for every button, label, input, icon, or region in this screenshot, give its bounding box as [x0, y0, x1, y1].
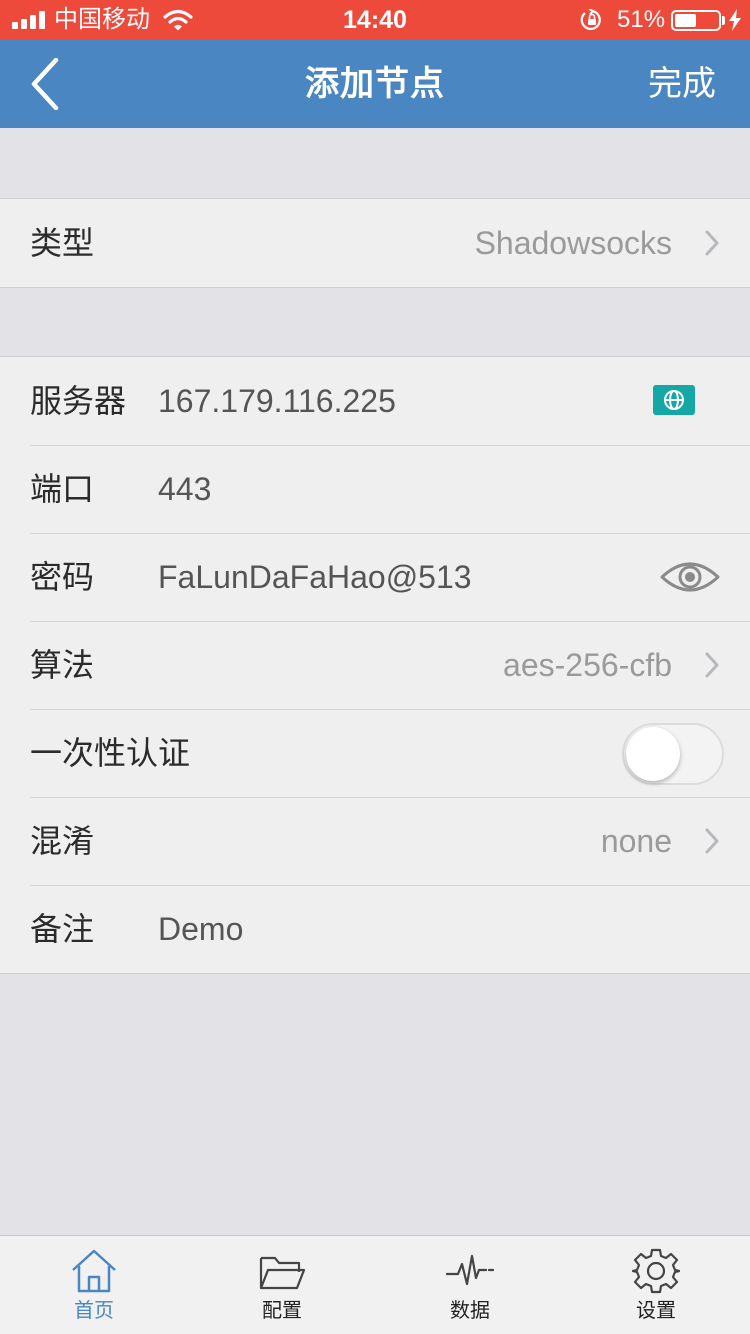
- ota-row: 一次性认证: [0, 709, 750, 797]
- tab-home[interactable]: 首页: [0, 1236, 188, 1334]
- tab-data[interactable]: 数据: [376, 1236, 564, 1334]
- port-input[interactable]: 443: [158, 445, 211, 533]
- password-row[interactable]: 密码 FaLunDaFaHao@513: [0, 533, 750, 621]
- type-label: 类型: [30, 225, 95, 261]
- port-label: 端口: [30, 471, 95, 507]
- pulse-icon: [446, 1254, 494, 1286]
- type-group: 类型 Shadowsocks: [0, 198, 750, 288]
- tab-config-label: 配置: [262, 1300, 302, 1322]
- ota-toggle[interactable]: [622, 723, 724, 785]
- server-input[interactable]: 167.179.116.225: [158, 357, 396, 445]
- remark-input[interactable]: Demo: [158, 885, 243, 973]
- tab-config[interactable]: 配置: [188, 1236, 376, 1334]
- home-icon: [72, 1249, 116, 1293]
- algorithm-label: 算法: [30, 647, 95, 683]
- tab-settings-label: 设置: [636, 1300, 676, 1322]
- obfs-label: 混淆: [30, 823, 95, 859]
- battery-icon: [671, 10, 721, 31]
- battery-tip: [722, 16, 725, 25]
- server-settings-group: 服务器 167.179.116.225 端口 443 密码 FaLunDaFaH…: [0, 356, 750, 974]
- charging-bolt-icon: [729, 9, 741, 31]
- remark-row[interactable]: 备注 Demo: [0, 885, 750, 973]
- type-value: Shadowsocks: [474, 225, 672, 261]
- port-row[interactable]: 端口 443: [0, 445, 750, 533]
- password-input[interactable]: FaLunDaFaHao@513: [158, 533, 472, 621]
- battery-percentage: 51%: [617, 6, 666, 33]
- chevron-right-icon: [705, 828, 719, 854]
- navigation-bar: 添加节点 完成: [0, 40, 750, 128]
- tab-home-label: 首页: [74, 1300, 114, 1322]
- folder-icon: [259, 1256, 306, 1290]
- chevron-right-icon: [705, 652, 719, 678]
- server-label: 服务器: [30, 383, 127, 419]
- done-button[interactable]: 完成: [648, 62, 716, 106]
- ota-label: 一次性认证: [30, 735, 191, 771]
- tab-bar: 首页 配置 数据 设置: [0, 1235, 750, 1334]
- page-title: 添加节点: [305, 65, 445, 103]
- toggle-knob: [626, 727, 680, 781]
- type-row[interactable]: 类型 Shadowsocks: [0, 199, 750, 287]
- eye-icon[interactable]: [659, 557, 721, 597]
- status-bar: 中国移动 14:40 51%: [0, 0, 750, 40]
- password-label: 密码: [30, 559, 95, 595]
- tab-settings[interactable]: 设置: [562, 1236, 750, 1334]
- server-row[interactable]: 服务器 167.179.116.225: [0, 357, 750, 445]
- chevron-right-icon: [705, 230, 719, 256]
- obfs-value: none: [600, 823, 672, 859]
- algorithm-row[interactable]: 算法 aes-256-cfb: [0, 621, 750, 709]
- orientation-lock-icon: [580, 9, 601, 31]
- remark-label: 备注: [30, 911, 95, 947]
- globe-icon[interactable]: [653, 385, 695, 415]
- battery-level: [675, 14, 697, 27]
- obfs-row[interactable]: 混淆 none: [0, 797, 750, 885]
- gear-icon: [632, 1248, 680, 1294]
- tab-data-label: 数据: [450, 1300, 490, 1322]
- algorithm-value: aes-256-cfb: [503, 647, 672, 683]
